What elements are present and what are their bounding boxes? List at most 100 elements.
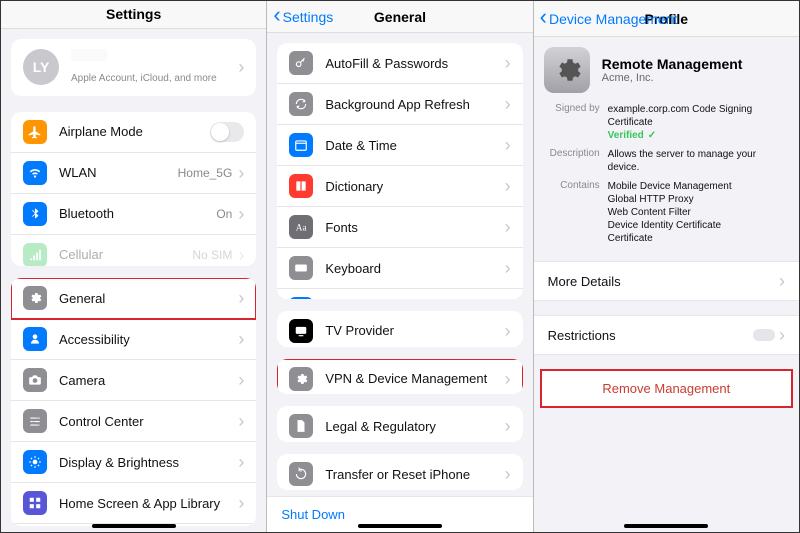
wifi-icon (23, 161, 47, 185)
display-row[interactable]: Display & Brightness (11, 442, 256, 483)
row-label: AutoFill & Passwords (325, 56, 504, 71)
refresh-icon (289, 92, 313, 116)
restrictions-row[interactable]: Restrictions (534, 315, 799, 355)
row-label: Home Screen & App Library (59, 496, 238, 511)
tv-provider-row[interactable]: TV Provider (277, 311, 522, 347)
airplane-switch[interactable] (210, 122, 244, 142)
row-label: Cellular (59, 247, 192, 262)
book-icon (289, 174, 313, 198)
bluetooth-row[interactable]: Bluetooth On (11, 194, 256, 235)
gear-icon (289, 367, 313, 391)
description-field: Description Allows the server to manage … (544, 148, 789, 174)
control-center-row[interactable]: Control Center (11, 401, 256, 442)
cellular-row[interactable]: Cellular No SIM (11, 235, 256, 267)
airplane-icon (23, 120, 47, 144)
chevron-right-icon (238, 289, 244, 307)
chevron-right-icon (238, 205, 244, 223)
chevron-right-icon (505, 322, 511, 340)
row-label: TV Provider (325, 323, 504, 338)
row-label: Display & Brightness (59, 455, 238, 470)
profile-title: Remote Management (602, 56, 743, 72)
general-row[interactable]: General (11, 278, 256, 319)
vpn-device-management-row[interactable]: VPN & Device Management (277, 359, 522, 395)
header: Settings (1, 1, 266, 29)
row-label: Transfer or Reset iPhone (325, 467, 504, 482)
field-key: Description (544, 148, 600, 174)
chevron-right-icon (238, 246, 244, 264)
remove-management-button[interactable]: Remove Management (540, 369, 793, 408)
row-label: Camera (59, 373, 238, 388)
camera-row[interactable]: Camera (11, 360, 256, 401)
chevron-left-icon (273, 6, 280, 28)
row-label: Control Center (59, 414, 238, 429)
reset-icon (289, 462, 313, 486)
gear-icon (23, 286, 47, 310)
chevron-right-icon (238, 58, 244, 76)
apple-account-row[interactable]: LY Apple Account, iCloud, and more (11, 39, 256, 96)
chevron-right-icon (505, 259, 511, 277)
brightness-icon (23, 450, 47, 474)
row-label: General (59, 291, 238, 306)
font-icon (289, 215, 313, 239)
row-detail: On (216, 207, 232, 221)
restrictions-indicator (753, 329, 775, 341)
account-subtitle: Apple Account, iCloud, and more (71, 73, 217, 84)
control-center-icon (23, 409, 47, 433)
more-details-row[interactable]: More Details (534, 261, 799, 301)
field-key: Contains (544, 180, 600, 245)
row-label: More Details (548, 274, 621, 289)
row-label: Background App Refresh (325, 97, 504, 112)
row-detail: No SIM (192, 248, 232, 262)
page-title: Settings (106, 6, 161, 22)
profile-header: Remote Management Acme, Inc. (544, 47, 789, 93)
profile-icon (544, 47, 590, 93)
chevron-right-icon (505, 370, 511, 388)
chevron-right-icon (505, 177, 511, 195)
avatar: LY (23, 49, 59, 85)
airplane-mode-row[interactable]: Airplane Mode (11, 112, 256, 153)
keyboard-row[interactable]: Keyboard (277, 248, 522, 289)
chevron-right-icon (238, 494, 244, 512)
transfer-reset-row[interactable]: Transfer or Reset iPhone (277, 454, 522, 490)
back-button[interactable]: Device Management (540, 8, 678, 30)
home-screen-row[interactable]: Home Screen & App Library (11, 483, 256, 524)
legal-row[interactable]: Legal & Regulatory (277, 406, 522, 442)
back-label: Device Management (549, 11, 677, 27)
verified-badge: Verified (608, 129, 657, 142)
date-time-row[interactable]: Date & Time (277, 125, 522, 166)
background-refresh-row[interactable]: Background App Refresh (277, 84, 522, 125)
back-button[interactable]: Settings (273, 6, 333, 28)
chevron-right-icon (505, 465, 511, 483)
row-label: Airplane Mode (59, 124, 210, 139)
page-title: General (374, 9, 426, 25)
header: Settings General (267, 1, 532, 33)
field-value: example.corp.com Code Signing Certificat… (608, 103, 789, 142)
chevron-right-icon (779, 272, 785, 290)
accessibility-row[interactable]: Accessibility (11, 319, 256, 360)
back-label: Settings (283, 9, 334, 25)
chevron-left-icon (540, 8, 547, 30)
bluetooth-icon (23, 202, 47, 226)
home-indicator (624, 524, 708, 528)
wlan-row[interactable]: WLAN Home_5G (11, 153, 256, 194)
row-label: Restrictions (548, 328, 616, 343)
row-label: Dictionary (325, 179, 504, 194)
profile-org: Acme, Inc. (602, 72, 743, 84)
row-label: Legal & Regulatory (325, 419, 504, 434)
language-row[interactable]: Language & Region (277, 289, 522, 299)
signed-by-field: Signed by example.corp.com Code Signing … (544, 103, 789, 142)
cellular-icon (23, 243, 47, 267)
profile-panel: Device Management Profile Remote Managem… (534, 1, 799, 532)
field-value: Allows the server to manage your device. (608, 148, 789, 174)
chevron-right-icon (238, 412, 244, 430)
header: Device Management Profile (534, 1, 799, 37)
key-icon (289, 51, 313, 75)
document-icon (289, 414, 313, 438)
fonts-row[interactable]: Fonts (277, 207, 522, 248)
accessibility-icon (23, 327, 47, 351)
autofill-row[interactable]: AutoFill & Passwords (277, 43, 522, 84)
general-panel: Settings General AutoFill & Passwords Ba… (267, 1, 533, 532)
field-value: Mobile Device Management Global HTTP Pro… (608, 180, 789, 245)
dictionary-row[interactable]: Dictionary (277, 166, 522, 207)
chevron-right-icon (238, 371, 244, 389)
